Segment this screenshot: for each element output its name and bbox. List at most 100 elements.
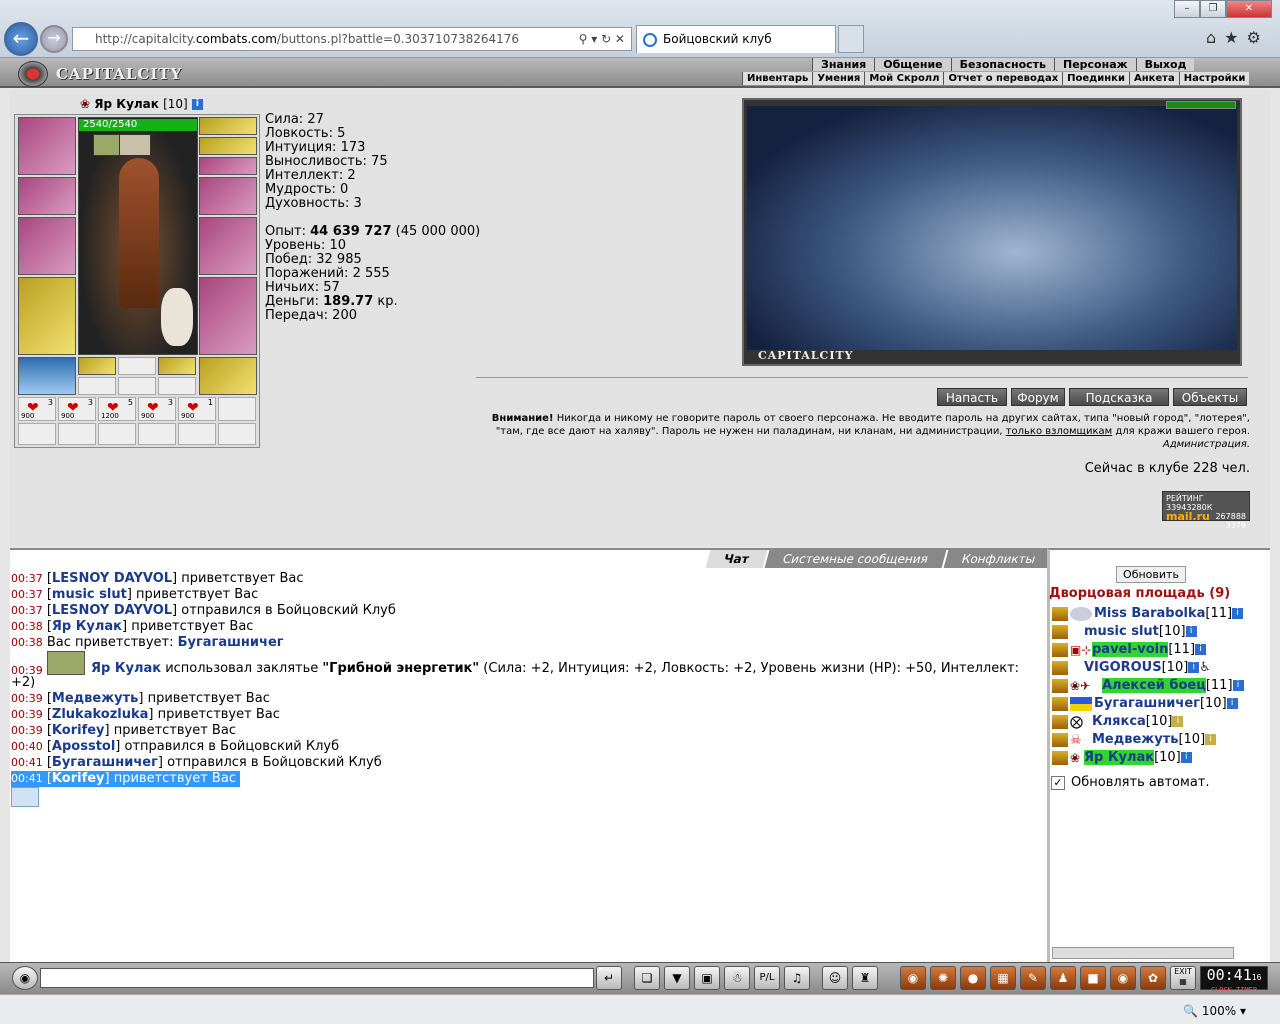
- potion-slot-5[interactable]: ❤ 1 900: [178, 397, 216, 421]
- forward-button[interactable]: →: [40, 25, 68, 53]
- private-toggle-icon[interactable]: P/L: [754, 966, 780, 990]
- potion-slot-6[interactable]: [218, 397, 256, 421]
- buff-icon-2[interactable]: [119, 134, 151, 156]
- info-icon[interactable]: i: [1232, 608, 1244, 619]
- room-user[interactable]: ⨂ Клякса[10] i: [1052, 714, 1184, 732]
- potion-slot-1[interactable]: ❤ 3 900: [18, 397, 56, 421]
- info-icon[interactable]: i: [191, 99, 203, 110]
- sound-icon[interactable]: ♫: [784, 966, 810, 990]
- empty-slot-5[interactable]: [178, 423, 216, 445]
- info-icon[interactable]: i: [1172, 716, 1184, 727]
- room-user[interactable]: Miss Barabolka[11] i: [1052, 606, 1244, 624]
- refresh-button[interactable]: Обновить: [1116, 566, 1186, 583]
- speaker-icon[interactable]: ◉: [12, 966, 38, 990]
- private-icon[interactable]: [1052, 696, 1068, 711]
- info-icon[interactable]: i: [1205, 734, 1217, 745]
- maximize-button[interactable]: ❐: [1200, 0, 1226, 18]
- empty-slot-4[interactable]: [138, 423, 176, 445]
- info-icon[interactable]: i: [1232, 680, 1244, 691]
- clear-icon[interactable]: ❏: [634, 966, 660, 990]
- bracer-slot[interactable]: [18, 177, 76, 215]
- info-icon[interactable]: i: [1188, 662, 1200, 673]
- submenu-transfers[interactable]: Отчет о переводах: [943, 72, 1063, 85]
- private-icon[interactable]: [1052, 732, 1068, 747]
- helmet-slot[interactable]: [18, 117, 76, 175]
- room-user[interactable]: ❀✈ Алексей боец[11] i: [1052, 678, 1244, 696]
- menu-knowledge[interactable]: Знания: [812, 58, 875, 71]
- tab-system-messages[interactable]: Системные сообщения: [764, 550, 947, 568]
- submenu-settings[interactable]: Настройки: [1178, 72, 1250, 85]
- minimize-button[interactable]: –: [1174, 0, 1200, 18]
- helmet-icon[interactable]: ♜: [852, 966, 878, 990]
- private-icon[interactable]: [1052, 642, 1068, 657]
- chat-input[interactable]: [40, 968, 594, 988]
- earring-slot[interactable]: [199, 117, 257, 135]
- attack-button[interactable]: Напасть: [937, 388, 1007, 406]
- rune-slot-1[interactable]: [78, 377, 116, 395]
- empty-slot-1[interactable]: [18, 423, 56, 445]
- empty-slot-2[interactable]: [58, 423, 96, 445]
- info-icon[interactable]: i: [1185, 626, 1197, 637]
- location-scene[interactable]: CAPITALCITY: [742, 98, 1242, 366]
- scroll-slot-2[interactable]: [118, 357, 156, 375]
- rings-slot[interactable]: [199, 157, 257, 175]
- chest-icon[interactable]: ▦: [990, 966, 1016, 990]
- room-scrollbar[interactable]: [1052, 947, 1234, 959]
- menu-exit[interactable]: Выход: [1135, 58, 1195, 71]
- potion-slot-3[interactable]: ❤ 5 1200: [98, 397, 136, 421]
- menu-communication[interactable]: Общение: [874, 58, 951, 71]
- submenu-scroll[interactable]: Мой Скролл: [864, 72, 944, 85]
- private-icon[interactable]: [1052, 660, 1068, 675]
- rating-counter[interactable]: РЕЙТИНГ 33943280К mail.ru 267888 3379: [1162, 491, 1250, 530]
- room-user[interactable]: music slut[10] i: [1052, 624, 1197, 642]
- close-window-button[interactable]: ✕: [1226, 0, 1272, 18]
- scroll-slot-1[interactable]: [78, 357, 116, 375]
- tab-chat[interactable]: Чат: [705, 550, 768, 568]
- private-icon[interactable]: [1052, 714, 1068, 729]
- private-icon[interactable]: [1052, 606, 1068, 621]
- submenu-profile[interactable]: Анкета: [1128, 72, 1179, 85]
- back-button[interactable]: ←: [4, 22, 38, 56]
- owl-pet[interactable]: [161, 288, 193, 346]
- info-icon[interactable]: i: [1226, 698, 1238, 709]
- belt-slot[interactable]: [18, 357, 76, 395]
- browser-tab[interactable]: Бойцовский клуб: [636, 25, 836, 53]
- amulet-slot[interactable]: [199, 137, 257, 155]
- potion-slot-2[interactable]: ❤ 3 900: [58, 397, 96, 421]
- bag-icon[interactable]: ◉: [900, 966, 926, 990]
- scroll-slot-3[interactable]: [158, 357, 196, 375]
- menu-security[interactable]: Безопасность: [950, 58, 1054, 71]
- search-icon[interactable]: ⚲ ▾ ↻ ✕: [579, 28, 625, 50]
- zoom-level[interactable]: 🔍 100% ▾: [1183, 1004, 1246, 1018]
- submenu-battles[interactable]: Поединки: [1062, 72, 1129, 85]
- room-user[interactable]: VIGOROUS[10] i ♿: [1052, 660, 1211, 678]
- rune-slot-3[interactable]: [158, 377, 196, 395]
- lock-icon[interactable]: ◉: [1110, 966, 1136, 990]
- cat-icon[interactable]: ✿: [1140, 966, 1166, 990]
- menu-character[interactable]: Персонаж: [1054, 58, 1136, 71]
- pants-slot[interactable]: [199, 277, 257, 355]
- gloves-slot[interactable]: [199, 177, 257, 215]
- smiley-icon[interactable]: ☺: [822, 966, 848, 990]
- forum-button[interactable]: Форум: [1011, 388, 1065, 406]
- person-icon[interactable]: ☃: [724, 966, 750, 990]
- empty-slot-3[interactable]: [98, 423, 136, 445]
- room-user[interactable]: ▣⊹pavel-voin[11] i: [1052, 642, 1207, 660]
- room-user[interactable]: ❀ Яр Кулак[10] i: [1052, 750, 1192, 768]
- weapon-left-slot[interactable]: [18, 217, 76, 275]
- private-icon[interactable]: [1052, 624, 1068, 639]
- room-user[interactable]: ☠ Медвежуть[10] i: [1052, 732, 1217, 750]
- filter-icon[interactable]: ▼: [664, 966, 690, 990]
- send-button[interactable]: ↵: [596, 966, 622, 990]
- room-user[interactable]: Бугагашничег[10] i: [1052, 696, 1238, 714]
- exit-icon[interactable]: EXIT ▦: [1170, 966, 1196, 990]
- auto-refresh-checkbox[interactable]: ✓: [1051, 775, 1065, 790]
- tab-conflicts[interactable]: Конфликты: [943, 550, 1054, 568]
- hint-button[interactable]: Подсказка: [1069, 388, 1169, 406]
- info-icon[interactable]: i: [1195, 644, 1207, 655]
- armor-icon[interactable]: ■: [1080, 966, 1106, 990]
- address-bar[interactable]: http://capitalcity.combats.com/buttons.p…: [72, 27, 632, 51]
- armor-slot[interactable]: [18, 277, 76, 355]
- objects-button[interactable]: Объекты: [1173, 388, 1247, 406]
- info-icon[interactable]: i: [1180, 752, 1192, 763]
